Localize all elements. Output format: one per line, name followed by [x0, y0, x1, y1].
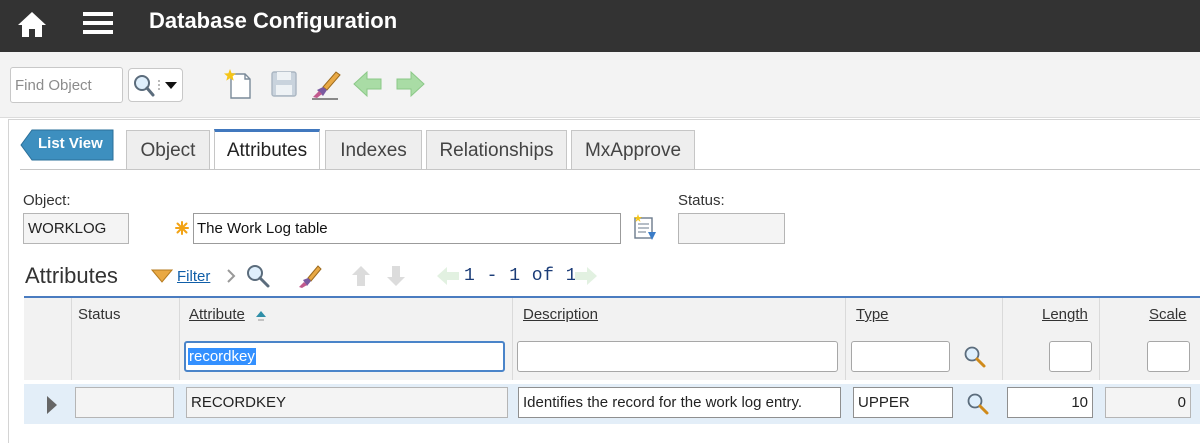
column-header-status: Status	[78, 306, 121, 323]
tab-label: Attributes	[226, 140, 308, 161]
object-field[interactable]: WORKLOG	[23, 213, 129, 244]
length-filter-input[interactable]	[1049, 341, 1092, 372]
object-label: Object:	[23, 192, 71, 209]
chevron-right-icon[interactable]	[225, 267, 237, 290]
attribute-filter-value: recordkey	[188, 348, 256, 365]
previous-page-icon[interactable]	[436, 265, 460, 292]
row-attribute-field[interactable]: RECORDKEY	[186, 387, 508, 418]
tab-indexes[interactable]: Indexes	[325, 130, 422, 170]
row-type-lookup-icon[interactable]	[966, 392, 990, 421]
status-label: Status:	[678, 192, 725, 209]
row-length-field[interactable]: 10	[1007, 387, 1093, 418]
tab-label: Indexes	[340, 139, 407, 161]
tab-attributes[interactable]: Attributes	[214, 129, 320, 170]
scale-filter-input[interactable]	[1147, 341, 1190, 372]
find-object-button[interactable]	[128, 68, 183, 102]
app-title: Database Configuration	[149, 8, 398, 33]
column-header-length[interactable]: Length	[1042, 306, 1088, 323]
tab-object[interactable]: Object	[126, 130, 210, 170]
column-divider	[845, 298, 846, 380]
row-scale-field[interactable]: 0	[1105, 387, 1191, 418]
find-object-input[interactable]	[10, 67, 123, 103]
column-divider	[179, 298, 180, 380]
list-view-label: List View	[38, 135, 103, 152]
arrow-up-icon[interactable]	[350, 264, 372, 293]
column-header-attribute[interactable]: Attribute	[189, 306, 245, 323]
chevron-down-icon	[165, 82, 177, 89]
expand-row-icon[interactable]	[45, 394, 59, 421]
clear-changes-icon[interactable]	[310, 68, 342, 100]
section-title: Attributes	[25, 263, 118, 288]
tab-label: Relationships	[439, 139, 554, 161]
save-icon[interactable]	[268, 68, 300, 100]
hamburger-menu-icon[interactable]	[80, 6, 116, 42]
sort-ascending-icon[interactable]	[255, 309, 267, 327]
next-page-icon[interactable]	[574, 265, 598, 292]
filter-icon[interactable]	[150, 269, 174, 288]
column-divider	[71, 298, 72, 380]
description-filter-input[interactable]	[517, 341, 838, 372]
tab-mxapprove[interactable]: MxApprove	[571, 130, 695, 170]
required-asterisk-icon	[174, 220, 190, 241]
column-divider	[1002, 298, 1003, 380]
title-bar: Database Configuration	[0, 0, 1200, 52]
tab-label: MxApprove	[584, 139, 682, 161]
arrow-down-icon[interactable]	[385, 264, 407, 293]
tab-divider	[20, 169, 1200, 170]
magnifier-icon	[134, 75, 155, 97]
column-header-scale[interactable]: Scale	[1149, 306, 1187, 323]
search-icon[interactable]	[245, 263, 271, 294]
tab-label: Object	[140, 139, 196, 161]
previous-record-icon[interactable]	[352, 68, 384, 100]
column-header-description[interactable]: Description	[523, 306, 598, 323]
home-icon[interactable]	[14, 6, 50, 42]
clear-filter-icon[interactable]	[297, 263, 323, 294]
status-field[interactable]	[678, 213, 785, 244]
column-header-type[interactable]: Type	[856, 306, 889, 323]
row-description-field[interactable]: Identifies the record for the work log e…	[518, 387, 841, 418]
next-record-icon[interactable]	[394, 68, 426, 100]
column-divider	[1099, 298, 1100, 380]
row-status-field[interactable]	[75, 387, 174, 418]
new-record-icon[interactable]	[222, 68, 254, 100]
toolbar	[0, 52, 1200, 118]
object-description-field[interactable]: The Work Log table	[193, 213, 621, 244]
type-filter-input[interactable]	[851, 341, 950, 372]
long-description-icon[interactable]	[632, 214, 658, 247]
attribute-filter-input[interactable]: recordkey	[184, 341, 505, 372]
filter-link[interactable]: Filter	[177, 268, 210, 285]
column-divider	[512, 298, 513, 380]
type-filter-lookup-icon[interactable]	[963, 345, 987, 374]
pager-text: 1 - 1 of 1	[464, 266, 578, 286]
tab-relationships[interactable]: Relationships	[426, 130, 567, 170]
row-type-field[interactable]: UPPER	[853, 387, 953, 418]
